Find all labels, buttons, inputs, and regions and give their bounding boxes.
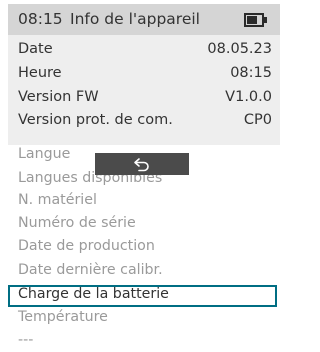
menu-item-more[interactable]: ---: [18, 332, 33, 352]
menu-item-temperature[interactable]: Température: [18, 309, 108, 329]
menu-item-serial-number[interactable]: Numéro de série: [18, 215, 136, 235]
detail-label: Version FW: [18, 89, 99, 105]
menu-item-material-number[interactable]: N. matériel: [18, 192, 97, 212]
detail-value: 08:15: [230, 65, 272, 81]
battery-icon: [244, 13, 268, 27]
back-arrow-icon: [134, 158, 149, 172]
menu-item-production-date[interactable]: Date de production: [18, 238, 155, 258]
detail-row-protocol-version: Version prot. de com. CP0: [18, 112, 272, 132]
detail-value: 08.05.23: [207, 41, 272, 57]
detail-row-time: Heure 08:15: [18, 65, 272, 85]
clock: 08:15: [18, 10, 63, 28]
detail-label: Heure: [18, 65, 62, 81]
page-title: Info de l'appareil: [70, 10, 200, 28]
detail-label: Date: [18, 41, 53, 57]
menu-item-battery-charge[interactable]: Charge de la batterie: [18, 286, 169, 306]
details-panel: Date 08.05.23 Heure 08:15 Version FW V1.…: [8, 35, 280, 145]
detail-row-fw-version: Version FW V1.0.0: [18, 89, 272, 109]
menu-item-language[interactable]: Langue: [18, 146, 70, 166]
detail-row-date: Date 08.05.23: [18, 41, 272, 61]
device-info-screen: 08:15 Info de l'appareil Date 08.05.23 H…: [0, 0, 282, 348]
back-button[interactable]: [95, 153, 189, 175]
detail-label: Version prot. de com.: [18, 112, 173, 128]
detail-value: CP0: [243, 112, 272, 128]
menu-item-last-calibration[interactable]: Date dernière calibr.: [18, 262, 163, 282]
header-bar: 08:15 Info de l'appareil: [8, 4, 280, 35]
detail-value: V1.0.0: [225, 89, 272, 105]
